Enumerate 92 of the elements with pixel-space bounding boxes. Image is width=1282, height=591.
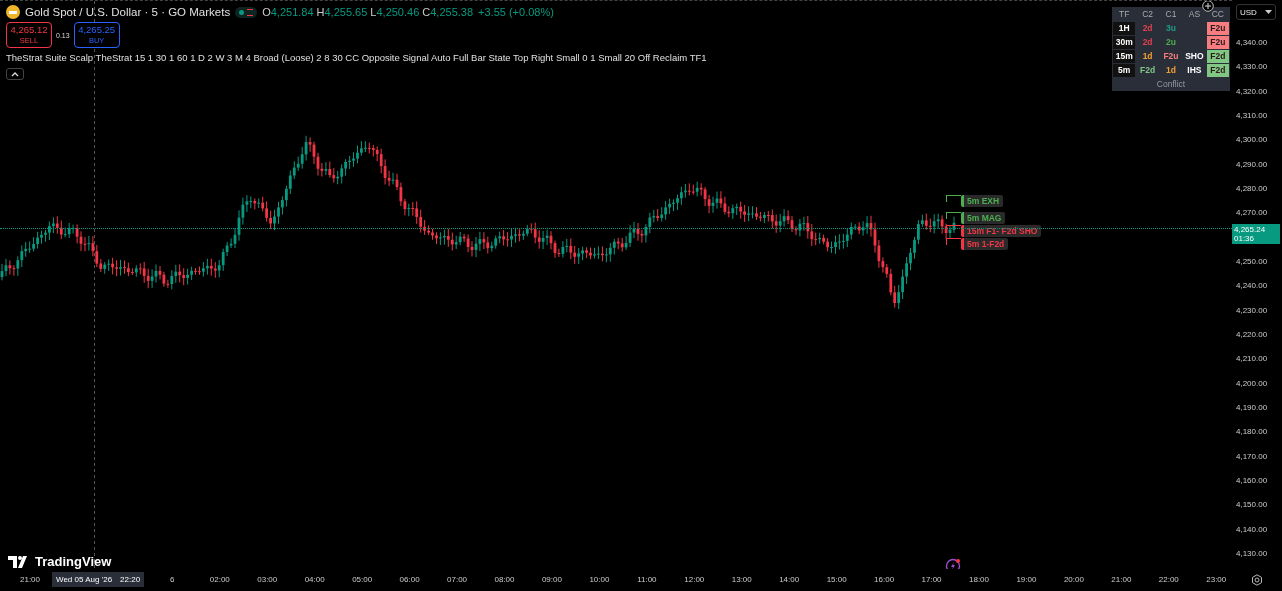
column-header: C1 <box>1164 8 1178 21</box>
time-label: 19:00 <box>1016 575 1037 584</box>
caret-icon <box>1265 10 1272 14</box>
price-label: 4,300.00 <box>1236 135 1268 145</box>
price-label: 4,130.00 <box>1236 548 1268 558</box>
price-label: 4,180.00 <box>1236 427 1268 437</box>
time-label: 11:00 <box>637 575 657 584</box>
symbol-title: Gold Spot / U.S. Dollar · 5 · GO Markets <box>25 6 231 18</box>
table-cell: F2d <box>1206 50 1229 63</box>
time-label: 02:00 <box>209 575 230 584</box>
time-label: 07:00 <box>447 575 468 584</box>
table-cell: 30m <box>1113 36 1136 49</box>
price-label: 4,220.00 <box>1236 329 1268 339</box>
price-label: 4,340.00 <box>1236 38 1268 47</box>
price-label: 4,170.00 <box>1236 451 1268 461</box>
price-label: 4,140.00 <box>1236 524 1268 534</box>
time-label: 06:00 <box>399 575 420 584</box>
currency-select[interactable]: USD <box>1236 4 1276 20</box>
logo-text: TradingView <box>35 554 112 569</box>
column-header: AS <box>1187 8 1202 21</box>
price-label: 4,150.00 <box>1236 500 1268 510</box>
ohlc-value: O4,251.84 <box>262 6 314 18</box>
leader-line <box>946 195 961 202</box>
price-label: 4,330.00 <box>1236 62 1268 72</box>
time-label: 18:00 <box>969 575 989 584</box>
price-label: 4,230.00 <box>1236 305 1268 315</box>
time-label: 21:00 <box>1111 575 1132 584</box>
signal-label: 5m EXH <box>961 195 1004 207</box>
price-label: 4,280.00 <box>1236 183 1268 193</box>
time-label: 17:00 <box>921 575 942 584</box>
table-cell: 5m <box>1113 64 1136 77</box>
chevron-up-icon <box>11 71 19 77</box>
price-label: 4,320.00 <box>1236 86 1268 96</box>
collapse-button[interactable] <box>6 68 24 80</box>
time-label: 6 <box>170 575 175 584</box>
price-label: 4,310.00 <box>1236 111 1268 120</box>
table-cell-text: SHO <box>1184 50 1205 63</box>
table-cell: F2u <box>1206 22 1229 35</box>
price-label: 4,270.00 <box>1236 208 1268 218</box>
settings-icon[interactable] <box>1251 574 1263 586</box>
time-label: 20:00 <box>1063 575 1084 584</box>
ohlc-value: C4,255.38 <box>422 6 474 18</box>
table-cell-text: F2d <box>1139 64 1157 77</box>
indicator-legend: TheStrat Suite Scalp TheStrat 15 1 30 1 60 1 D 2 W 3 M 4 Broad (Loose) 2 8 30 CC Opposite Signal Auto Full Bar State Top Right Small 0 1 Small 20 Off Reclaim TF1 <box>6 52 707 63</box>
ohlc-value: H4,255.65 <box>316 6 368 18</box>
table-cell: 15m <box>1113 50 1136 63</box>
time-label: 21:00 <box>20 575 40 584</box>
table-cell: 1H <box>1113 22 1136 35</box>
time-label: 16:00 <box>874 575 895 584</box>
leader-line <box>946 212 961 219</box>
table-cell-text: 1d <box>1165 64 1177 77</box>
price-label: 4,250.00 <box>1236 256 1268 266</box>
coin-icon <box>6 5 20 19</box>
price-label: 4,290.00 <box>1236 159 1268 169</box>
signal-label: 5m 1-F2d <box>961 238 1009 250</box>
current-price-tag: 4,265.24 01:36 <box>1232 223 1280 244</box>
table-cell-text: F2u <box>1162 50 1180 63</box>
time-label: 12:00 <box>684 575 705 584</box>
table-cell-text: 1d <box>1141 50 1154 63</box>
time-label: 03:00 <box>257 575 278 584</box>
add-icon[interactable] <box>1202 1 1214 12</box>
price-label: 4,210.00 <box>1236 354 1268 364</box>
table-footer: Conflict <box>1112 78 1230 91</box>
table-cell-text: 2d <box>1141 22 1154 35</box>
table-cell-text: 3u <box>1165 22 1177 35</box>
time-label: 22:00 <box>1158 575 1179 584</box>
time-label: 23:00 <box>1206 575 1227 584</box>
price-change: +3.55 (+0.08%) <box>478 6 554 18</box>
time-label: 10:00 <box>589 575 610 584</box>
time-label: 08:00 <box>494 575 515 584</box>
leader-line <box>946 238 961 245</box>
column-header: C2 <box>1141 8 1155 21</box>
table-cell: F2u <box>1206 36 1229 49</box>
table-cell: F2d <box>1206 64 1229 77</box>
price-label: 4,240.00 <box>1236 281 1268 291</box>
time-label: 14:00 <box>779 575 800 584</box>
table-cell-text: 2d <box>1141 36 1154 49</box>
time-label: 04:00 <box>304 575 325 584</box>
column-header: CC <box>1210 8 1225 21</box>
time-label: 15:00 <box>826 575 847 584</box>
ohlc-value: L4,250.46 <box>370 6 420 18</box>
table-cell-text: 2u <box>1165 36 1177 49</box>
table-cell-text: IHS <box>1186 64 1203 77</box>
signal-label: 5m MAG <box>961 212 1006 224</box>
column-header: TF <box>1118 8 1131 21</box>
price-label: 4,200.00 <box>1236 378 1268 388</box>
price-label: 4,160.00 <box>1236 475 1268 485</box>
crosshair-label: Wed 05 Aug '26 22:20 <box>52 572 145 587</box>
price-label: 4,190.00 <box>1236 402 1268 412</box>
time-label: 13:00 <box>731 575 752 584</box>
time-label: 05:00 <box>352 575 373 584</box>
time-label: 09:00 <box>541 575 562 584</box>
